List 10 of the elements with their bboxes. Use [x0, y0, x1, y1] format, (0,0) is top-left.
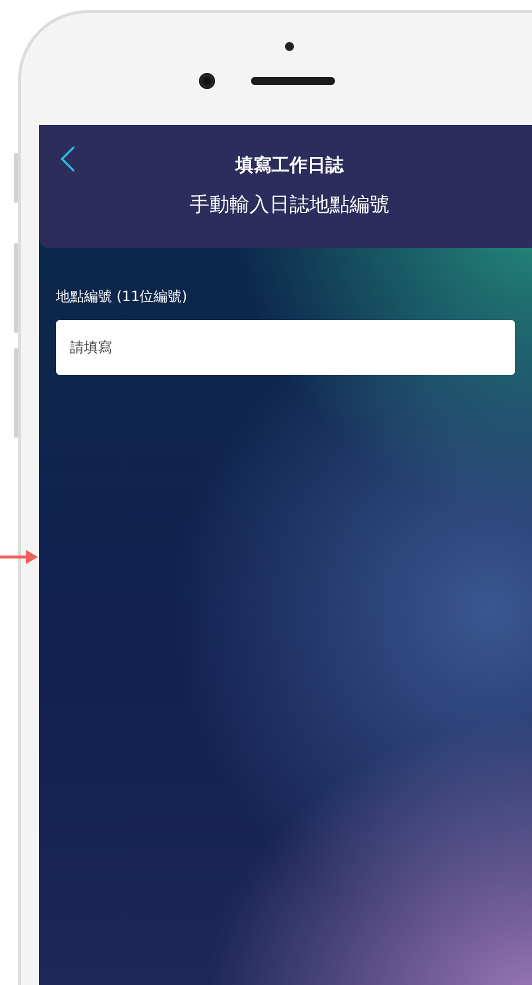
field-label: 地點編號 (11位編號) [56, 288, 188, 306]
back-button[interactable] [59, 145, 77, 173]
sensor-icon [285, 42, 294, 51]
speaker-icon [250, 77, 334, 85]
camera-icon [198, 73, 214, 89]
arrow-icon [0, 549, 38, 565]
back-icon [59, 145, 77, 173]
page-subtitle: 手動輸入日誌地點編號 [190, 191, 390, 218]
input-field[interactable]: 請填寫 [56, 320, 515, 375]
page-title: 填寫工作日誌 [236, 154, 344, 177]
